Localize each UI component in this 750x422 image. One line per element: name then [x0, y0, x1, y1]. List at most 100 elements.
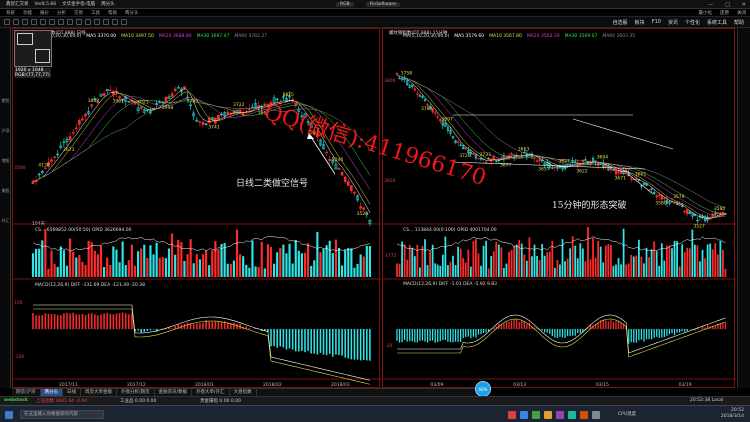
menu-item-tools[interactable]: 工具 — [91, 10, 100, 16]
candle-body — [102, 93, 106, 96]
toolbar: 自选股 板块 F10 资讯 个性化 系统工具 帮助 — [0, 17, 750, 28]
volume-bar — [431, 244, 434, 277]
bottom-tab[interactable]: 周及大单金额 — [81, 389, 118, 396]
bottom-tab[interactable]: 日线 — [63, 389, 82, 396]
volume-bar — [282, 244, 285, 277]
volume-bar — [235, 229, 239, 277]
floating-speed-button[interactable]: 66% — [475, 381, 491, 397]
volume-bar — [711, 249, 714, 277]
toolbar-link-personal[interactable]: 个性化 — [685, 19, 700, 26]
indicator-icon[interactable] — [94, 19, 100, 25]
zoom-out-icon[interactable] — [49, 19, 55, 25]
volume-bar — [579, 243, 582, 277]
candle-body — [170, 93, 174, 97]
volume-bar — [709, 243, 712, 277]
settings-icon[interactable] — [121, 19, 127, 25]
menu-item-trade[interactable]: 交易 — [74, 10, 83, 16]
minimize-icon[interactable]: — — [708, 2, 713, 8]
window-label-1[interactable]: 文华金手指·电脑 — [62, 1, 95, 7]
volume-bar — [350, 248, 353, 277]
app-icon-6[interactable] — [568, 411, 576, 419]
app-icon-5[interactable] — [556, 411, 564, 419]
forward-icon[interactable] — [13, 19, 19, 25]
back-icon[interactable] — [4, 19, 10, 25]
side-tab-us[interactable]: 美股 — [1, 188, 10, 193]
candle-body — [660, 195, 663, 200]
volume-bar — [424, 239, 426, 277]
taskbar-search-input[interactable]: 在这里输入你要搜索的内容 — [20, 410, 104, 419]
menu-item-function[interactable]: 功能 — [23, 10, 32, 16]
volume-bar — [229, 263, 232, 277]
wm-button-2[interactable]: FinSoftware — [365, 2, 400, 7]
menu-right-close[interactable]: 关闭 — [737, 10, 746, 16]
menu-right-restore[interactable]: 还原 — [720, 10, 729, 16]
app-icon-3[interactable] — [532, 411, 540, 419]
toolbar-link-news[interactable]: 资讯 — [668, 19, 678, 26]
menu-item-quote[interactable]: 报价 — [40, 10, 49, 16]
volume-bar — [543, 255, 546, 277]
volume-bar — [508, 251, 510, 277]
close-icon[interactable]: ✕ — [742, 2, 746, 8]
side-tab-futures[interactable]: 期货 — [1, 98, 10, 103]
line-tool-icon[interactable] — [67, 19, 73, 25]
toolbar-link-f10[interactable]: F10 — [652, 19, 661, 26]
bottom-tab[interactable]: 大盘指数 — [230, 389, 257, 396]
bottom-tab[interactable]: 外盘分析/期货 — [117, 389, 155, 396]
side-tab-fx[interactable]: 外汇 — [1, 218, 10, 223]
refresh-icon[interactable] — [31, 19, 37, 25]
volume-bar — [232, 260, 235, 277]
volume-bar — [490, 256, 493, 277]
app-name: 鑫智汇交易 — [6, 2, 29, 7]
app-icon-7[interactable] — [580, 411, 588, 419]
candle-body — [359, 206, 362, 209]
toolbar-link-sector[interactable]: 板块 — [635, 19, 645, 26]
volume-bar — [449, 261, 452, 277]
period-icon[interactable] — [85, 19, 91, 25]
volume-bar — [130, 244, 133, 277]
candle-body — [436, 116, 439, 118]
volume-bar — [65, 265, 69, 277]
app-icon-2[interactable] — [520, 411, 528, 419]
bottom-tab[interactable]: 两分头 — [40, 389, 64, 396]
layout-icon[interactable] — [103, 19, 109, 25]
home-icon[interactable] — [22, 19, 28, 25]
candle-body — [678, 204, 681, 206]
side-tab-shanghai[interactable]: 沪深 — [1, 128, 10, 133]
volume-bar — [655, 251, 658, 277]
volume-bar — [353, 267, 356, 277]
volume-bar — [553, 267, 556, 277]
menu-right-minimize[interactable]: 最小化 — [699, 10, 713, 16]
bottom-tab[interactable]: 期货/沪深 — [12, 389, 41, 396]
volume-bar — [696, 245, 699, 277]
volume-bar — [72, 251, 75, 277]
app-icon-8[interactable] — [592, 411, 600, 419]
wm-button-1[interactable]: RGB — [336, 2, 354, 7]
print-icon[interactable] — [112, 19, 118, 25]
maximize-icon[interactable]: □ — [725, 2, 730, 8]
app-icon-1[interactable] — [508, 411, 516, 419]
menu-item-system[interactable]: 系统 — [6, 10, 15, 16]
volume-bar — [528, 237, 531, 277]
text-tool-icon[interactable] — [76, 19, 82, 25]
zoom-in-icon[interactable] — [40, 19, 46, 25]
left-chart-canvas[interactable]: 413836733858 3981 402139983795374137223812… — [13, 29, 381, 389]
toolbar-link-help[interactable]: 帮助 — [734, 19, 744, 26]
system-tray-clock[interactable]: 20:52 2018/3/14 — [721, 408, 744, 420]
start-icon[interactable] — [5, 411, 13, 419]
side-tab-hk[interactable]: 港股 — [1, 158, 10, 163]
app-icon-4[interactable] — [544, 411, 552, 419]
menu-item-two-split[interactable]: 两分头 — [125, 10, 139, 16]
bottom-tab[interactable]: 外盘大单/外汇 — [192, 389, 230, 396]
candle-body — [416, 93, 419, 95]
bottom-tab[interactable]: 金融资讯/数据 — [155, 389, 193, 396]
menu-item-help[interactable]: 帮助 — [108, 10, 117, 16]
menu-item-analysis[interactable]: 分析 — [57, 10, 66, 16]
daily-chart-panel[interactable]: 螺纹钢指数(DT 888) 日线 MA(5,10,20,30,60,0) MA5 … — [12, 28, 381, 389]
crosshair-icon[interactable] — [58, 19, 64, 25]
window-label-2[interactable]: 两分头 — [101, 1, 115, 7]
volume-bar — [167, 248, 171, 277]
toolbar-link-systools[interactable]: 系统工具 — [707, 19, 727, 26]
toolbar-link-watchlist[interactable]: 自选股 — [613, 19, 628, 26]
volume-bar — [630, 254, 633, 277]
volume-bar — [75, 257, 78, 277]
